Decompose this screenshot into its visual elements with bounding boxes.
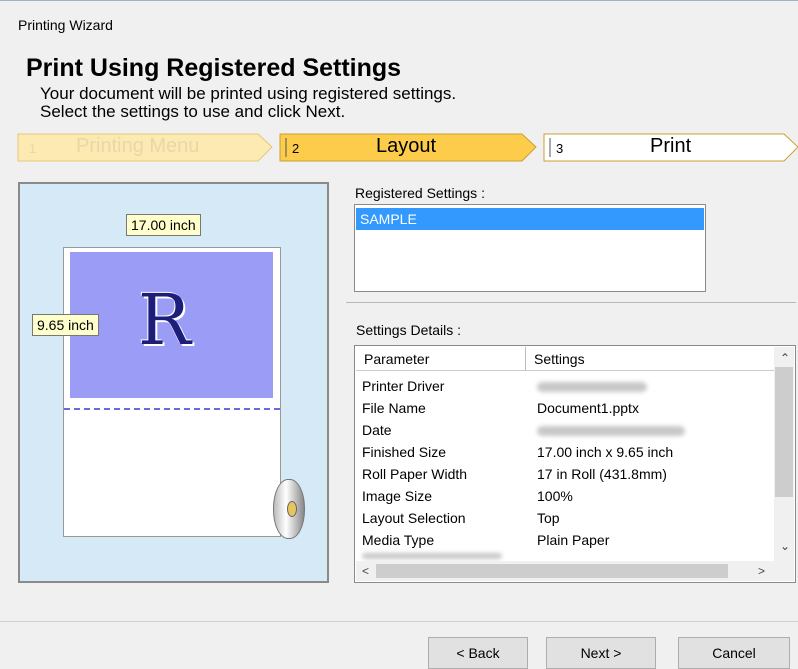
registered-settings-label: Registered Settings : (355, 185, 485, 201)
scroll-down-icon[interactable]: ⌄ (780, 539, 790, 553)
value-roll-paper-width: 17 in Roll (431.8mm) (537, 466, 667, 482)
column-header-settings[interactable]: Settings (526, 347, 774, 371)
section-divider (346, 302, 796, 303)
value-layout-selection: Top (537, 510, 560, 526)
scroll-up-icon[interactable]: ⌃ (780, 351, 790, 365)
preview-glyph: R (138, 279, 191, 361)
param-roll-paper-width: Roll Paper Width (362, 466, 468, 482)
cut-line (64, 408, 280, 410)
step-3-label: Print (650, 135, 692, 157)
scroll-left-icon[interactable]: < (362, 564, 369, 578)
blurred-value (537, 426, 685, 436)
vertical-scroll-thumb[interactable] (775, 367, 793, 497)
back-button[interactable]: < Back (428, 637, 528, 669)
value-media-type: Plain Paper (537, 532, 610, 548)
scroll-right-icon[interactable]: > (758, 564, 765, 578)
step-1-label: Printing Menu (76, 135, 200, 157)
next-button[interactable]: Next > (546, 637, 656, 669)
description-line-2: Select the settings to use and click Nex… (40, 102, 346, 121)
value-finished-size: 17.00 inch x 9.65 inch (537, 444, 674, 460)
param-media-type: Media Type (362, 532, 435, 548)
param-image-size: Image Size (362, 488, 433, 504)
param-printer-driver: Printer Driver (362, 378, 445, 394)
param-layout-selection: Layout Selection (362, 510, 466, 526)
value-image-size: 100% (537, 488, 573, 504)
page-heading: Print Using Registered Settings (26, 54, 402, 82)
height-dimension-label: 9.65 inch (32, 314, 99, 336)
blurred-value (537, 382, 647, 392)
value-file-name: Document1.pptx (537, 400, 639, 416)
window-title: Printing Wizard (18, 17, 113, 33)
param-date: Date (362, 422, 392, 438)
width-dimension-label: 17.00 inch (126, 214, 201, 236)
registered-settings-item[interactable]: SAMPLE (356, 208, 704, 230)
column-header-parameter[interactable]: Parameter (356, 347, 526, 371)
printing-wizard-window: Printing Wizard Print Using Registered S… (0, 0, 798, 669)
horizontal-scroll-thumb[interactable] (376, 564, 728, 578)
partial-row (362, 553, 502, 559)
roll-core-icon (287, 501, 297, 517)
description-line-1: Your document will be printed using regi… (40, 84, 457, 103)
footer-divider (0, 621, 798, 622)
cancel-button[interactable]: Cancel (678, 637, 790, 669)
settings-details-label: Settings Details : (356, 322, 462, 338)
step-2-number: 2 (292, 141, 300, 156)
step-3-number: 3 (556, 141, 564, 156)
param-finished-size: Finished Size (362, 444, 447, 460)
step-2-label: Layout (376, 135, 437, 157)
step-1-number: 1 (29, 141, 37, 156)
param-file-name: File Name (362, 400, 426, 416)
